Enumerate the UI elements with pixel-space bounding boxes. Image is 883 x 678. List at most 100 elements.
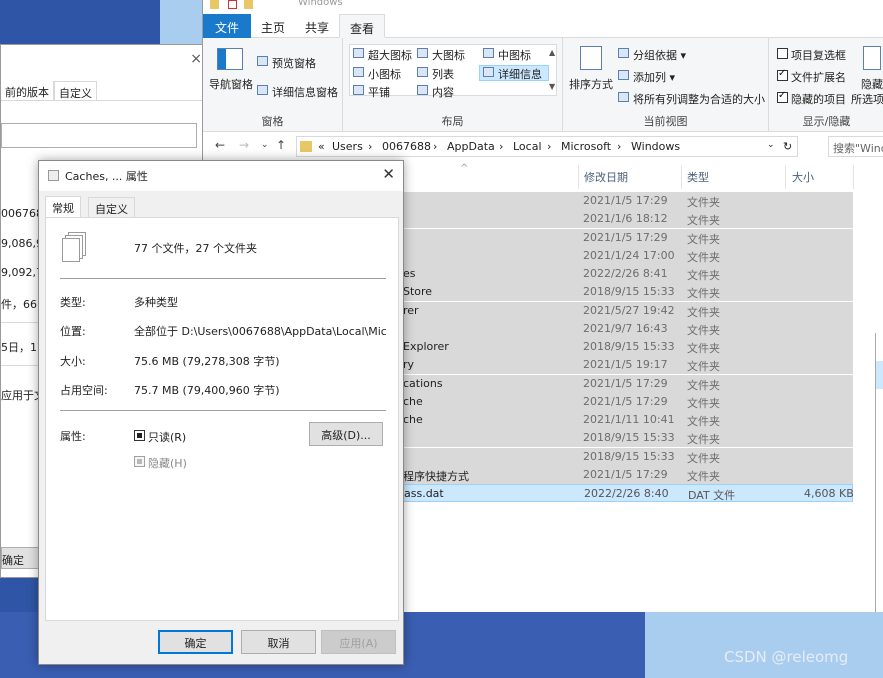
refresh-icon[interactable]: ↻	[783, 140, 792, 153]
up-icon[interactable]: ↑	[276, 138, 286, 152]
tab-previous-versions[interactable]: 前的版本	[1, 81, 54, 100]
l-icons-icon	[417, 48, 428, 58]
file-type: 文件夹	[687, 396, 720, 410]
group-panes: 导航窗格 预览窗格 详细信息窗格 窗格	[203, 38, 343, 132]
details-icon	[483, 67, 494, 77]
item-checkboxes-toggle[interactable]: 项目复选框	[777, 47, 846, 63]
sort-arrow-icon: ^	[460, 163, 469, 174]
m-icons-label: 中图标	[498, 49, 531, 62]
file-name: es	[403, 267, 416, 280]
apply-button[interactable]: 应用(A)	[321, 630, 396, 654]
file-date: 2021/1/11 10:41	[583, 413, 675, 426]
close-icon[interactable]: ×	[190, 51, 202, 67]
file-extensions-toggle[interactable]: 文件扩展名	[777, 68, 846, 85]
column-separator[interactable]	[853, 165, 854, 189]
tab-customize[interactable]: 自定义	[88, 197, 135, 218]
file-date: 2021/9/7 16:43	[583, 321, 668, 335]
file-name: 程序快捷方式	[403, 469, 469, 483]
layout-l-icons[interactable]: 大图标	[417, 47, 465, 63]
breadcrumb-local[interactable]: Local	[513, 140, 542, 153]
tab-share[interactable]: 共享	[295, 14, 339, 38]
gallery-expand-icon[interactable]: ▼	[549, 82, 555, 91]
tab-file[interactable]: 文件	[203, 14, 251, 38]
layout-details[interactable]: 详细信息	[483, 66, 542, 82]
layout-tiles[interactable]: 平铺	[353, 84, 390, 100]
breadcrumb-microsoft[interactable]: Microsoft	[561, 140, 611, 153]
back-icon[interactable]: ←	[215, 138, 225, 152]
breadcrumb-separator-icon[interactable]: ›	[433, 140, 437, 153]
details-pane-button[interactable]: 详细信息窗格	[257, 84, 338, 100]
checkbox[interactable]	[777, 68, 788, 81]
column-date[interactable]: 修改日期	[584, 169, 628, 185]
checkbox[interactable]	[777, 48, 788, 59]
hidden-label: 隐藏(H)	[148, 457, 187, 470]
tab-home[interactable]: 主页	[251, 14, 295, 38]
column-separator[interactable]	[578, 165, 579, 189]
hide-selected-button[interactable]: 隐藏	[861, 76, 883, 92]
list-label: 列表	[432, 68, 454, 81]
fit-columns-button[interactable]: 将所有列调整为合适的大小	[618, 91, 765, 107]
nav-pane-button[interactable]: 导航窗格	[209, 76, 253, 92]
hidden-items-toggle[interactable]: 隐藏的项目	[777, 90, 846, 107]
address-bar-row: ← → ⌄ ↑ « Users › 0067688 › AppData › Lo…	[203, 134, 883, 158]
group-by-button[interactable]: 分组依据 ▾	[618, 47, 686, 63]
address-bar[interactable]: « Users › 0067688 › AppData › Local › Mi…	[296, 136, 798, 157]
forward-icon[interactable]: →	[239, 138, 249, 152]
advanced-button[interactable]: 高级(D)...	[309, 422, 383, 446]
column-separator[interactable]	[681, 165, 682, 189]
breadcrumb-appdata[interactable]: AppData	[447, 140, 495, 153]
layout-xl-icons[interactable]: 超大图标	[353, 47, 412, 63]
checkbox[interactable]	[777, 90, 788, 103]
file-date: 2018/9/15 15:33	[583, 449, 675, 463]
file-type: 文件夹	[687, 269, 720, 282]
preview-pane-icon	[257, 56, 268, 66]
tab-customize[interactable]: 自定义	[54, 81, 97, 100]
breadcrumb-overflow[interactable]: «	[318, 140, 325, 153]
readonly-checkbox[interactable]	[134, 430, 145, 441]
column-size[interactable]: 大小	[792, 169, 814, 185]
breadcrumb-separator-icon[interactable]: ›	[368, 140, 372, 153]
new-folder-icon[interactable]	[244, 0, 253, 9]
content-label: 内容	[432, 86, 454, 99]
tab-general[interactable]: 常规	[45, 196, 81, 218]
attributes-label: 属性:	[60, 430, 86, 443]
cancel-button[interactable]: 取消	[241, 630, 316, 654]
sort-by-button[interactable]: 排序方式	[569, 76, 613, 92]
properties-dialog: Caches, ... 属性 ✕ 常规 自定义 77 个文件，27 个文件夹 类…	[38, 160, 404, 665]
name-input[interactable]	[1, 123, 197, 148]
recent-chevron-down-icon[interactable]: ⌄	[261, 140, 269, 150]
details-pane-label: 详细信息窗格	[272, 86, 338, 99]
file-type: 文件夹	[687, 451, 720, 465]
file-date: 2018/9/15 15:33	[583, 340, 675, 353]
breadcrumb-users[interactable]: Users	[332, 140, 363, 153]
gallery-scroll-up-icon[interactable]: ▲	[549, 48, 555, 57]
add-columns-button[interactable]: 添加列 ▾	[618, 69, 675, 85]
layout-m-icons[interactable]: 中图标	[483, 47, 531, 63]
tiles-label: 平铺	[368, 86, 390, 99]
ok-button[interactable]: 确定	[158, 630, 233, 654]
fit-columns-icon	[618, 92, 629, 102]
breadcrumb-windows[interactable]: Windows	[631, 140, 680, 153]
properties-icon[interactable]	[228, 0, 237, 9]
breadcrumb-separator-icon[interactable]: ›	[617, 140, 621, 153]
hidden-checkbox[interactable]	[134, 456, 145, 467]
location-label: 位置:	[60, 325, 86, 338]
column-separator[interactable]	[785, 165, 786, 189]
xl-icons-label: 超大图标	[368, 49, 412, 62]
breadcrumb-user[interactable]: 0067688	[382, 140, 431, 153]
search-input[interactable]: 搜索"Wind	[828, 136, 883, 157]
tab-view[interactable]: 查看	[339, 14, 386, 38]
close-icon[interactable]: ✕	[382, 165, 395, 183]
breadcrumb-separator-icon[interactable]: ›	[499, 140, 503, 153]
preview-pane-button[interactable]: 预览窗格	[257, 55, 316, 71]
layout-list[interactable]: 列表	[417, 66, 454, 82]
size-value: 75.6 MB (79,278,308 字节)	[134, 355, 280, 368]
chevron-down-icon[interactable]: ⌄	[767, 140, 775, 150]
column-type[interactable]: 类型	[687, 169, 709, 185]
file-type: 文件夹	[687, 323, 720, 337]
file-type: 文件夹	[687, 415, 720, 428]
layout-s-icons[interactable]: 小图标	[353, 66, 401, 82]
breadcrumb-separator-icon[interactable]: ›	[547, 140, 551, 153]
layout-content[interactable]: 内容	[417, 84, 454, 100]
s-icons-icon	[353, 67, 364, 77]
